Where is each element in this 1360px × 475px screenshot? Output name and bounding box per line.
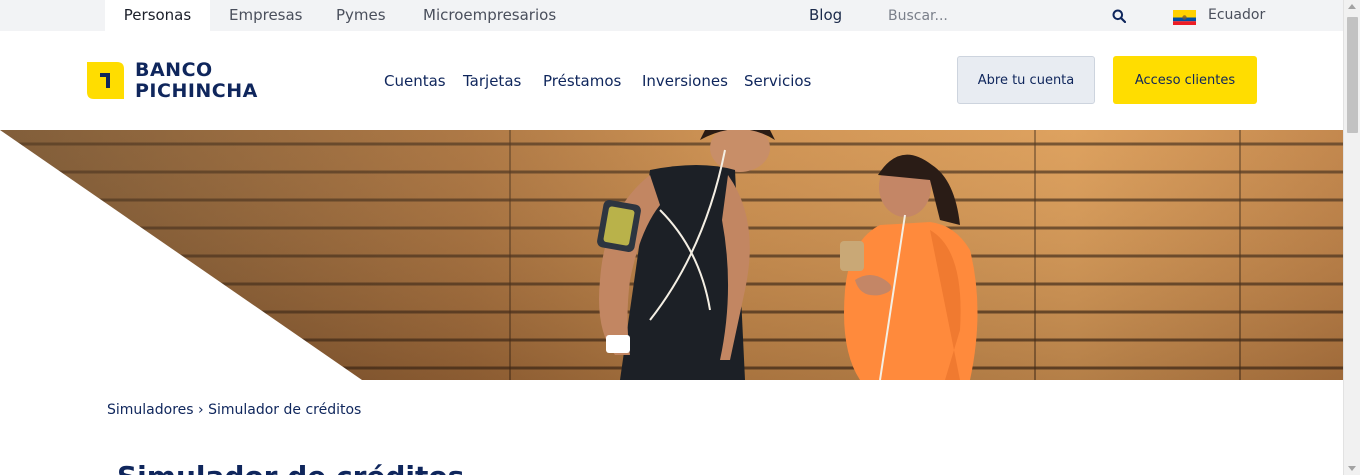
ecuador-flag-icon[interactable] [1173, 10, 1196, 25]
hero-banner [0, 130, 1343, 380]
nav-cuentas[interactable]: Cuentas [384, 71, 446, 91]
logo-mark-icon [87, 62, 124, 99]
hero-image [0, 130, 1343, 380]
segment-tab-microempresarios[interactable]: Microempresarios [423, 0, 556, 31]
logo-text-line2: PICHINCHA [135, 80, 258, 102]
scroll-down-arrow-icon[interactable] [1348, 466, 1356, 471]
page-title: Simulador de créditos [117, 460, 464, 475]
logo-text-line1: BANCO [135, 59, 213, 81]
top-utility-bar: Personas Empresas Pymes Microempresarios… [0, 0, 1343, 31]
breadcrumb: Simuladores › Simulador de créditos [107, 400, 361, 420]
open-account-button[interactable]: Abre tu cuenta [957, 56, 1095, 104]
breadcrumb-link-simuladores[interactable]: Simuladores [107, 402, 194, 418]
scroll-up-arrow-icon[interactable] [1348, 4, 1356, 9]
vertical-scrollbar[interactable] [1343, 0, 1360, 475]
nav-tarjetas[interactable]: Tarjetas [463, 71, 521, 91]
main-header: BANCO PICHINCHA Cuentas Tarjetas Préstam… [0, 31, 1343, 130]
segment-tab-empresas[interactable]: Empresas [229, 0, 303, 31]
segment-tab-pymes[interactable]: Pymes [336, 0, 386, 31]
nav-inversiones[interactable]: Inversiones [642, 71, 728, 91]
breadcrumb-separator: › [198, 402, 204, 418]
search-icon[interactable] [1112, 9, 1126, 23]
nav-servicios[interactable]: Servicios [744, 71, 811, 91]
nav-prestamos[interactable]: Préstamos [543, 71, 621, 91]
breadcrumb-current: Simulador de créditos [208, 402, 362, 418]
client-access-button[interactable]: Acceso clientes [1113, 56, 1257, 104]
country-selector-label[interactable]: Ecuador [1208, 0, 1265, 31]
segment-tab-personas[interactable]: Personas [105, 0, 210, 31]
scrollbar-thumb[interactable] [1347, 17, 1358, 133]
banco-pichincha-logo[interactable]: BANCO PICHINCHA [87, 60, 272, 102]
blog-link[interactable]: Blog [809, 0, 842, 31]
search-input[interactable] [880, 4, 1100, 28]
